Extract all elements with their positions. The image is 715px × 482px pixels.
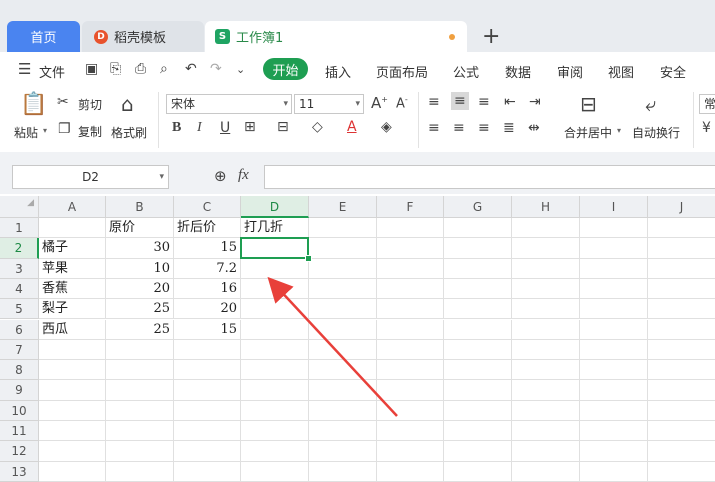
arrow-line: [267, 276, 398, 417]
annotation-arrow: [267, 276, 398, 417]
